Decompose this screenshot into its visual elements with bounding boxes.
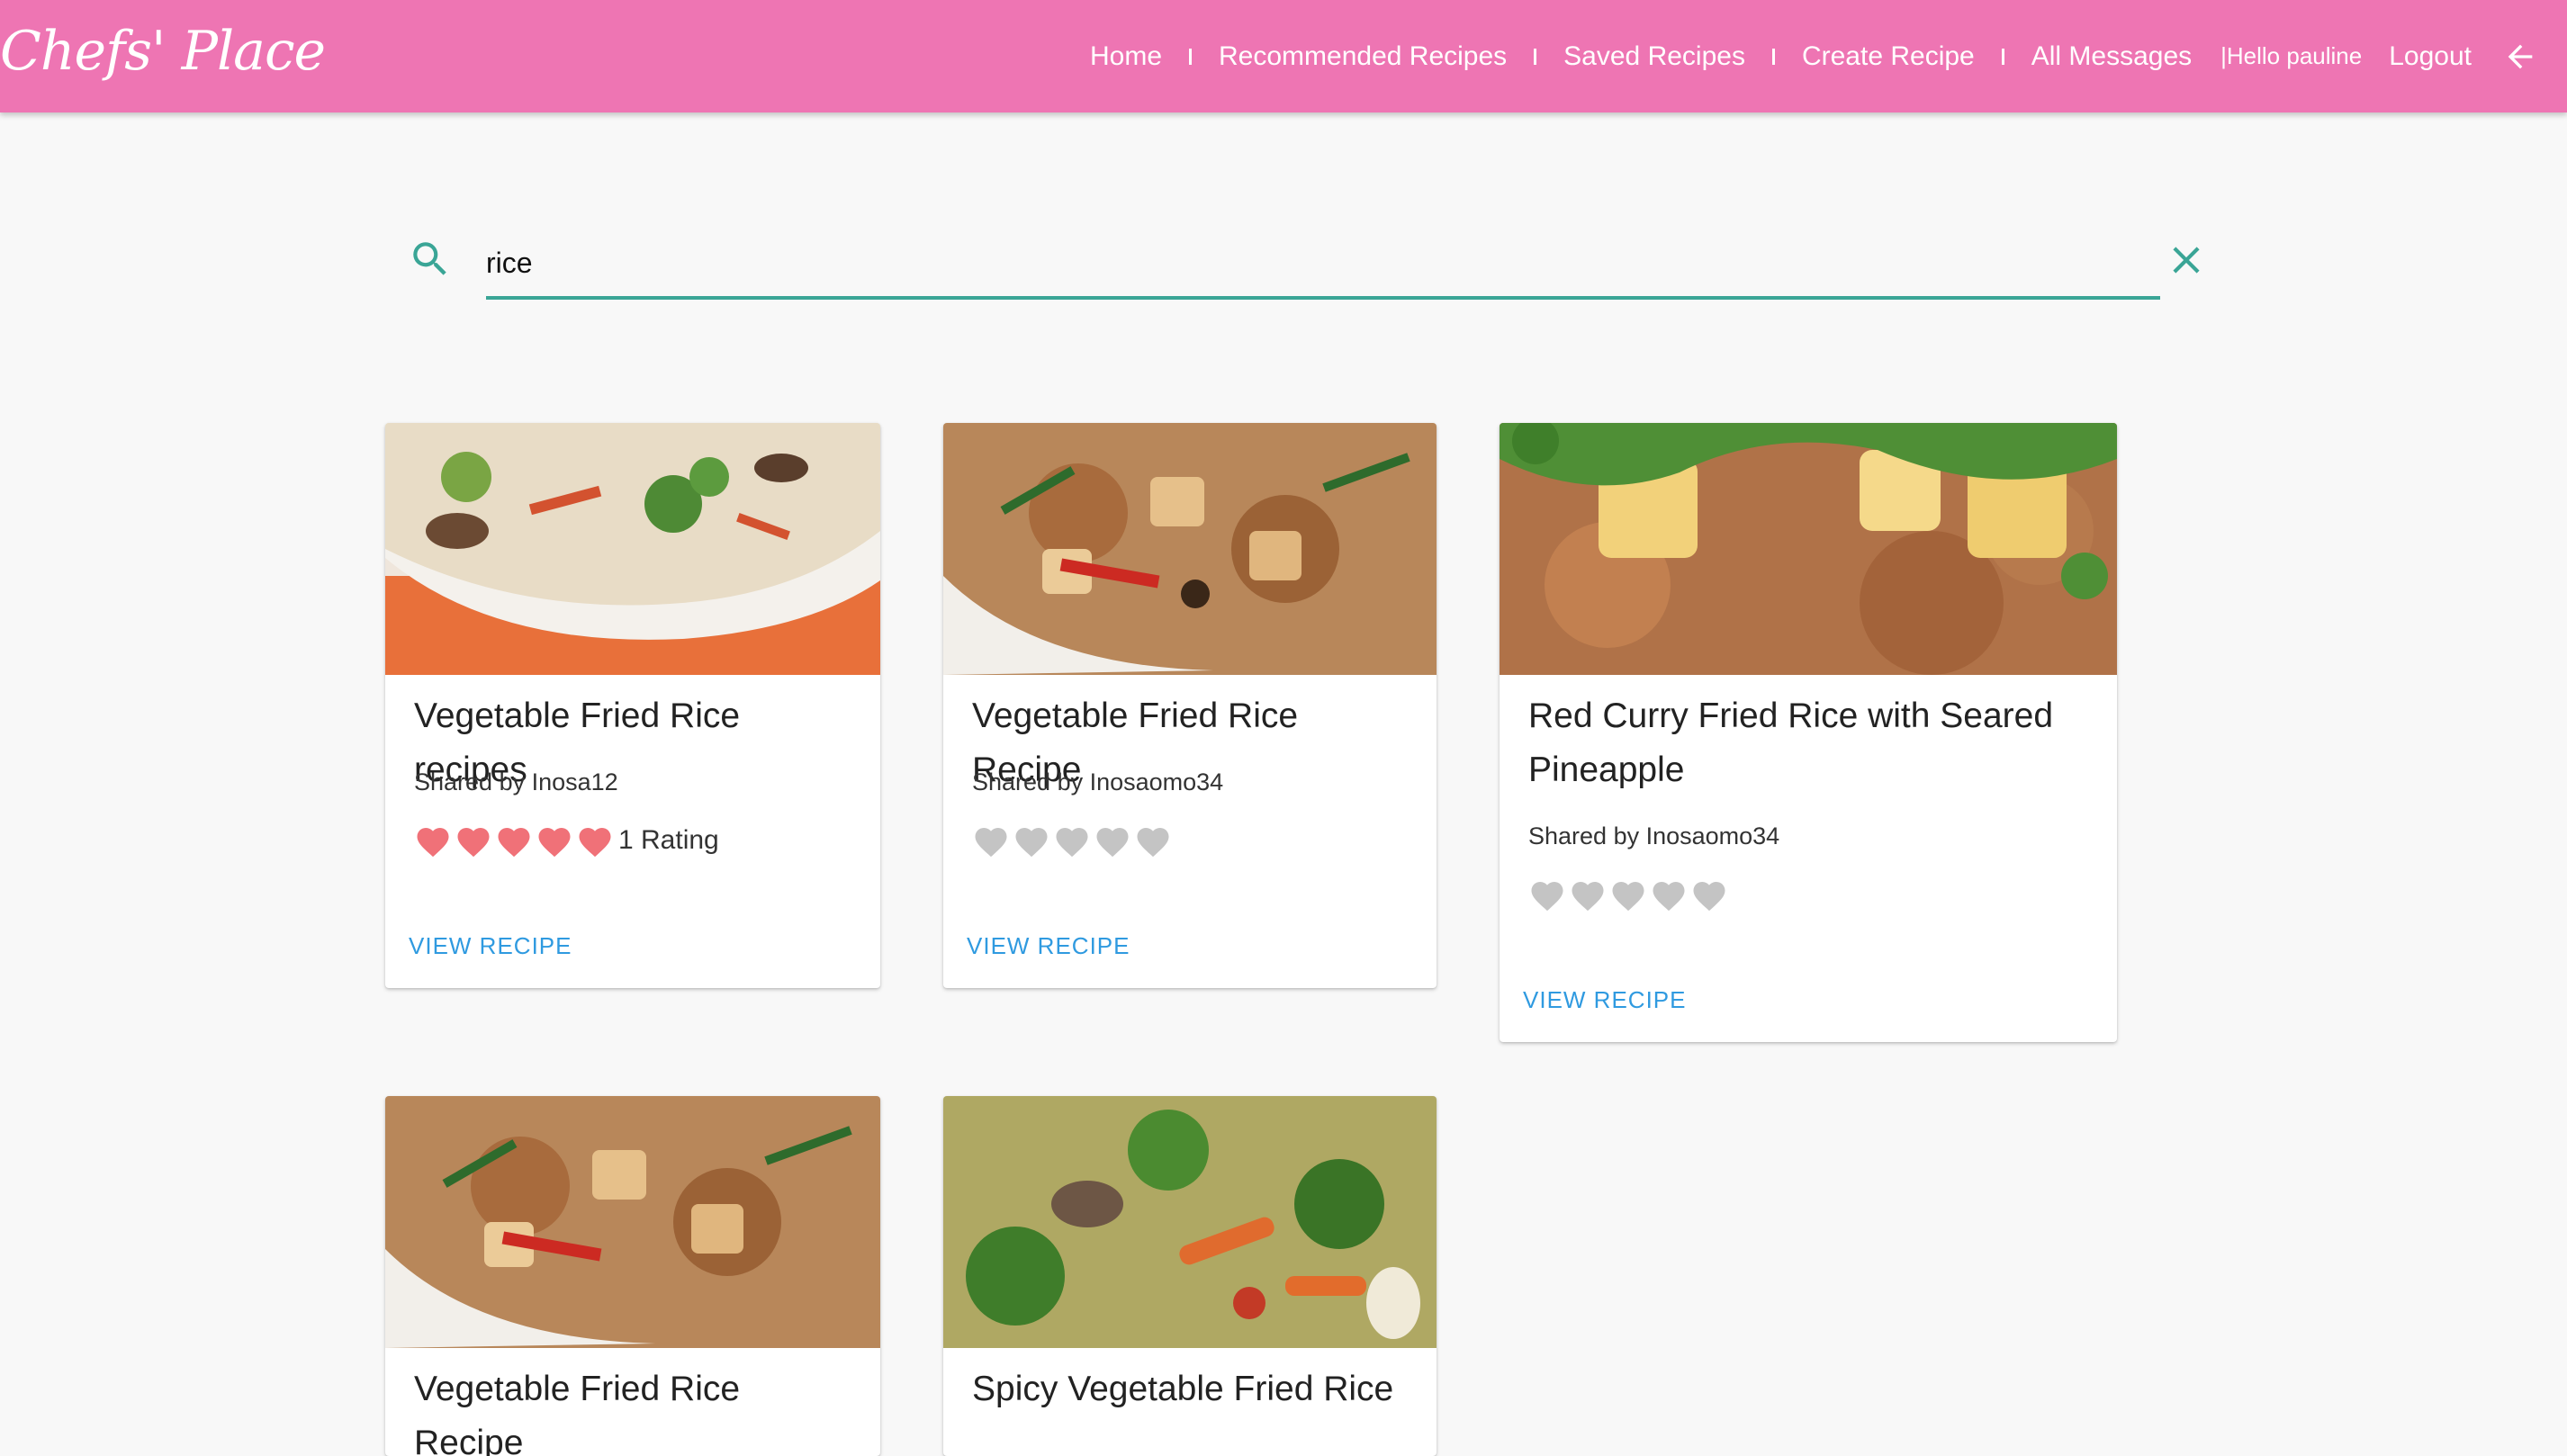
heart-icon[interactable] — [1528, 876, 1566, 912]
close-icon[interactable] — [2164, 238, 2209, 283]
recipe-card: Vegetable Fried Rice recipes Shared by I… — [385, 423, 880, 988]
recipe-image[interactable] — [385, 1096, 880, 1348]
recipe-card: Spicy Vegetable Fried Rice — [943, 1096, 1437, 1456]
arrow-left-icon — [2508, 44, 2533, 68]
heart-icon[interactable] — [1609, 876, 1647, 912]
heart-icon[interactable] — [1013, 822, 1050, 858]
heart-icon[interactable] — [576, 822, 614, 858]
nav-separator — [1771, 48, 1775, 65]
search-input[interactable] — [486, 229, 2160, 300]
brand-logo[interactable]: Chefs' Place — [0, 20, 326, 92]
view-recipe-button[interactable]: VIEW RECIPE — [1523, 986, 1686, 1014]
heart-icon[interactable] — [1094, 822, 1131, 858]
recipe-shared-by: Shared by Inosa12 — [414, 768, 618, 795]
nav-all-messages[interactable]: All Messages — [2031, 41, 2192, 72]
nav-home[interactable]: Home — [1090, 41, 1162, 72]
rating-count: 1 Rating — [618, 825, 719, 855]
recipe-card: Vegetable Fried Rice Recipe Shared by In… — [943, 423, 1437, 988]
heart-icon[interactable] — [1053, 822, 1091, 858]
recipe-card: Vegetable Fried Rice Recipe — [385, 1096, 880, 1456]
heart-icon[interactable] — [972, 822, 1010, 858]
search-icon[interactable] — [408, 237, 453, 282]
recipe-shared-by: Shared by Inosaomo34 — [1528, 822, 1780, 849]
heart-icon[interactable] — [495, 822, 533, 858]
logout-link[interactable]: Logout — [2389, 41, 2472, 72]
nav-separator — [1189, 48, 1193, 65]
rating-hearts — [1528, 875, 1731, 914]
heart-icon[interactable] — [455, 822, 492, 858]
heart-icon[interactable] — [1690, 876, 1728, 912]
back-button[interactable] — [2493, 30, 2547, 84]
view-recipe-button[interactable]: VIEW RECIPE — [967, 932, 1130, 960]
heart-icon[interactable] — [1569, 876, 1607, 912]
recipe-image[interactable] — [1500, 423, 2117, 675]
recipe-image[interactable] — [385, 423, 880, 675]
nav-create-recipe[interactable]: Create Recipe — [1802, 41, 1975, 72]
rating-hearts — [972, 821, 1175, 860]
greeting-text: |Hello pauline — [2220, 42, 2363, 69]
recipe-image[interactable] — [943, 1096, 1437, 1348]
nav-recommended-recipes[interactable]: Recommended Recipes — [1219, 41, 1507, 72]
recipe-title: Vegetable Fried Rice Recipe — [414, 1370, 741, 1456]
top-navbar: Chefs' Place Home Recommended Recipes Sa… — [0, 0, 2567, 112]
recipe-shared-by: Shared by Inosaomo34 — [972, 768, 1224, 795]
heart-icon[interactable] — [1650, 876, 1688, 912]
heart-icon[interactable] — [536, 822, 573, 858]
recipe-card: Red Curry Fried Rice with Seared Pineapp… — [1500, 423, 2117, 1042]
nav-separator — [1534, 48, 1537, 65]
view-recipe-button[interactable]: VIEW RECIPE — [409, 932, 572, 960]
heart-icon[interactable] — [414, 822, 452, 858]
heart-icon[interactable] — [1134, 822, 1172, 858]
recipe-title: Spicy Vegetable Fried Rice — [972, 1370, 1394, 1408]
recipe-image[interactable] — [943, 423, 1437, 675]
nav-saved-recipes[interactable]: Saved Recipes — [1563, 41, 1745, 72]
nav-links: Home Recommended Recipes Saved Recipes C… — [1090, 0, 2567, 112]
nav-separator — [2001, 48, 2004, 65]
recipe-title: Red Curry Fried Rice with Seared Pineapp… — [1528, 697, 2054, 789]
rating-hearts: 1 Rating — [414, 821, 719, 860]
